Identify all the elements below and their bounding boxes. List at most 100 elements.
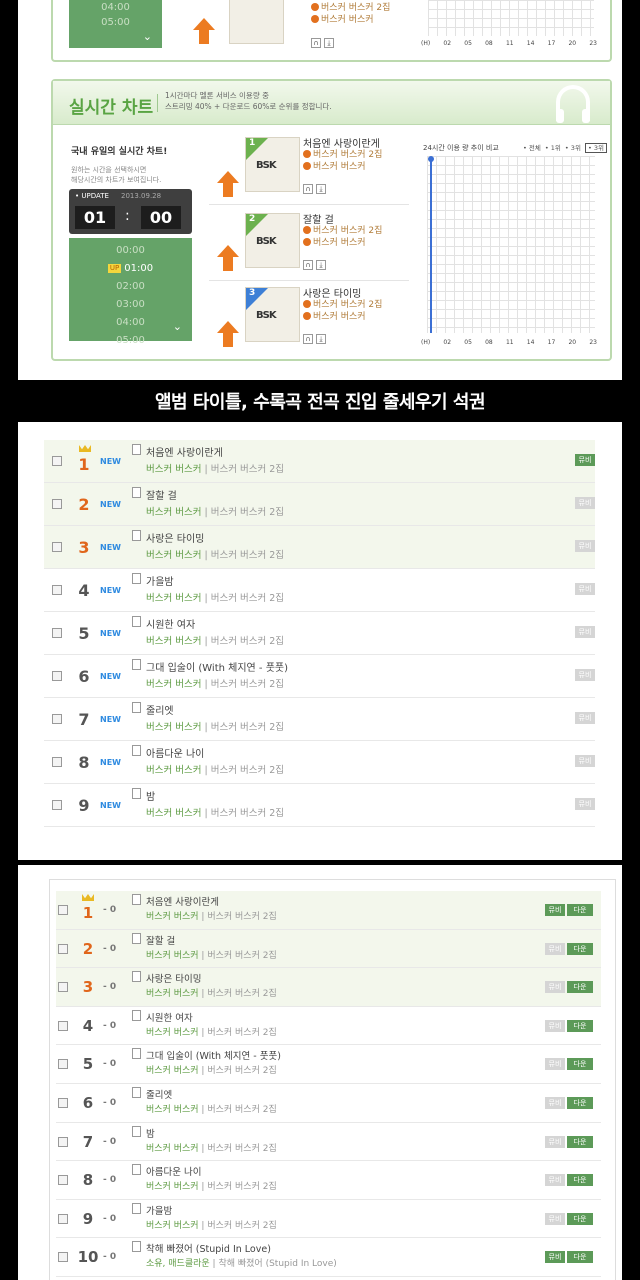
song-title[interactable]: 잘할 걸	[146, 487, 177, 502]
song-title[interactable]: 가을밤	[146, 1203, 172, 1217]
row-checkbox[interactable]	[52, 628, 62, 638]
filter-all[interactable]: • 전체	[523, 144, 541, 152]
artist-link[interactable]: 버스커 버스커	[146, 593, 201, 604]
album-link[interactable]: 버스커 버스커 2집	[211, 636, 284, 647]
download-badge[interactable]: 다운	[567, 942, 593, 955]
mv-badge[interactable]: 뮤비	[575, 712, 595, 724]
artist-link[interactable]: 버스커 버스커	[313, 238, 366, 248]
mv-badge[interactable]: 뮤비	[545, 904, 565, 916]
download-icon[interactable]: ⤓	[316, 260, 326, 270]
mv-badge[interactable]: 뮤비	[545, 1212, 565, 1225]
album-link[interactable]: 버스커 버스커 2집	[207, 1221, 276, 1231]
row-checkbox[interactable]	[58, 1098, 68, 1108]
mv-badge[interactable]: 뮤비	[545, 1097, 565, 1109]
mv-badge[interactable]: 뮤비	[575, 626, 595, 638]
row-checkbox[interactable]	[52, 714, 62, 724]
song-info-icon[interactable]	[132, 487, 141, 498]
filter-2[interactable]: • 3위	[565, 144, 581, 152]
artist-link[interactable]: 버스커 버스커	[313, 312, 366, 322]
artist-link[interactable]: 버스커 버스커	[146, 507, 201, 518]
song-info-icon[interactable]	[132, 1125, 141, 1137]
row-checkbox[interactable]	[58, 1213, 68, 1224]
mv-badge[interactable]: 뮤비	[545, 1174, 565, 1187]
row-checkbox[interactable]	[58, 905, 68, 915]
song-title[interactable]: 사랑은 타이밍	[303, 285, 361, 300]
row-checkbox[interactable]	[58, 982, 68, 993]
album-link[interactable]: 버스커 버스커 2집	[211, 593, 284, 604]
mv-badge[interactable]: 뮤비	[545, 1135, 565, 1148]
album-link[interactable]: 버스커 버스커 2집	[211, 507, 284, 518]
chevron-down-icon[interactable]: ⌄	[143, 30, 152, 43]
song-info-icon[interactable]	[132, 659, 141, 670]
headphone-icon[interactable]: ∩	[303, 184, 313, 194]
album-link[interactable]: 버스커 버스커 2집	[207, 989, 276, 999]
download-badge[interactable]: 다운	[567, 1019, 593, 1032]
artist-link[interactable]: 버스커 버스커	[146, 464, 201, 475]
time-option[interactable]: 00:00	[69, 242, 192, 260]
filter-1[interactable]: • 1위	[545, 144, 561, 152]
song-title[interactable]: 줄리엣	[146, 1087, 172, 1101]
album-link[interactable]: 버스커 버스커 2집	[313, 300, 382, 310]
row-checkbox[interactable]	[52, 800, 62, 810]
song-info-icon[interactable]	[132, 530, 141, 541]
song-title[interactable]: 착해 빠졌어 (Stupid In Love)	[146, 1241, 271, 1255]
song-info-icon[interactable]	[132, 1241, 141, 1253]
row-checkbox[interactable]	[58, 1175, 68, 1186]
row-checkbox[interactable]	[58, 1252, 68, 1263]
album-cover[interactable]: 1 BSK	[245, 137, 300, 192]
artist-link[interactable]: 버스커 버스커	[146, 1144, 199, 1154]
song-title[interactable]: 밤	[146, 788, 155, 803]
album-cover[interactable]: 2 BSK	[245, 213, 300, 268]
download-icon[interactable]: ⤓	[316, 184, 326, 194]
song-title[interactable]: 가을밤	[146, 573, 174, 588]
time-option[interactable]: 02:00	[69, 278, 192, 296]
artist-link[interactable]: 버스커 버스커	[146, 636, 201, 647]
song-info-icon[interactable]	[132, 1164, 141, 1176]
mv-badge[interactable]: 뮤비	[545, 942, 565, 955]
song-info-icon[interactable]	[132, 616, 141, 627]
song-title[interactable]: 처음엔 사랑이란게	[303, 135, 380, 150]
album-link[interactable]: 버스커 버스커 2집	[211, 808, 284, 819]
song-title[interactable]: 사랑은 타이밍	[146, 971, 201, 985]
song-title[interactable]: 잘할 걸	[146, 933, 175, 947]
download-badge[interactable]: 다운	[567, 1135, 593, 1148]
song-title[interactable]: 아름다운 나이	[146, 1164, 201, 1178]
artist-link[interactable]: 버스커 버스커	[146, 1105, 199, 1115]
album-link[interactable]: 버스커 버스커 2집	[207, 1182, 276, 1192]
row-checkbox[interactable]	[52, 542, 62, 552]
artist-link[interactable]: 버스커 버스커	[146, 912, 199, 922]
artist-link[interactable]: 버스커 버스커	[146, 1028, 199, 1038]
album-link[interactable]: 버스커 버스커 2집	[211, 679, 284, 690]
album-link[interactable]: 버스커 버스커 2집	[207, 1144, 276, 1154]
song-info-icon[interactable]	[132, 702, 141, 713]
song-info-icon[interactable]	[132, 444, 141, 455]
mv-badge[interactable]: 뮤비	[575, 454, 595, 466]
album-link[interactable]: 착해 빠졌어 (Stupid In Love)	[218, 1259, 336, 1269]
download-badge[interactable]: 다운	[567, 904, 593, 916]
row-checkbox[interactable]	[58, 943, 68, 954]
mv-badge[interactable]: 뮤비	[545, 1058, 565, 1071]
row-checkbox[interactable]	[52, 456, 62, 466]
artist-link[interactable]: 버스커 버스커	[146, 679, 201, 690]
album-cover[interactable]	[229, 0, 284, 44]
row-checkbox[interactable]	[52, 499, 62, 509]
row-checkbox[interactable]	[52, 671, 62, 681]
song-title[interactable]: 사랑은 타이밍	[146, 530, 204, 545]
song-title[interactable]: 처음엔 사랑이란게	[146, 444, 223, 459]
download-badge[interactable]: 다운	[567, 1174, 593, 1187]
download-badge[interactable]: 다운	[567, 981, 593, 994]
artist-link[interactable]: 버스커 버스커	[146, 808, 201, 819]
row-checkbox[interactable]	[58, 1136, 68, 1147]
time-option[interactable]: 05:00	[69, 15, 162, 30]
artist-link[interactable]: 버스커 버스커	[321, 15, 374, 25]
album-link[interactable]: 버스커 버스커 2집	[313, 150, 382, 160]
headphone-icon[interactable]: ∩	[303, 260, 313, 270]
mv-badge[interactable]: 뮤비	[545, 981, 565, 994]
song-title[interactable]: 그대 입술이 (With 체지연 - 풋풋)	[146, 1048, 281, 1062]
time-option[interactable]: 04:00	[69, 0, 162, 15]
download-icon[interactable]: ⤓	[316, 334, 326, 344]
song-info-icon[interactable]	[132, 788, 141, 799]
mv-badge[interactable]: 뮤비	[575, 583, 595, 595]
album-link[interactable]: 버스커 버스커 2집	[211, 550, 284, 561]
row-checkbox[interactable]	[58, 1020, 68, 1031]
